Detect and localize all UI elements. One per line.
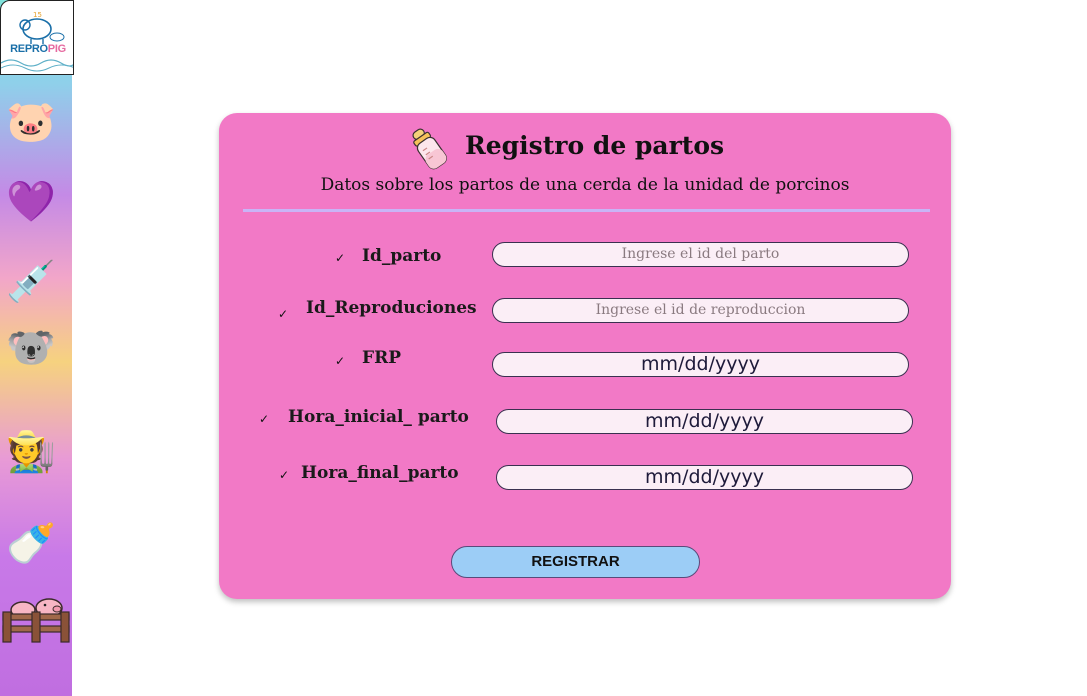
baby-bottle-icon (412, 128, 447, 170)
check-icon: ✓ (279, 468, 290, 482)
nav-syringe-icon[interactable]: 💉 (2, 256, 60, 308)
form-card: Registro de partos Datos sobre los parto… (219, 113, 951, 599)
page-title: Registro de partos (465, 131, 725, 160)
page-subtitle: Datos sobre los partos de una cerda de l… (320, 175, 850, 195)
check-icon: ✓ (278, 307, 289, 321)
nav-pig-pen-icon[interactable] (0, 594, 72, 646)
repropig-logo[interactable]: 15 REPROPIG (0, 0, 74, 75)
nav-farmer-icon[interactable]: 🧑‍🌾 (2, 426, 60, 478)
id-parto-input[interactable]: Ingrese el id del parto (492, 242, 909, 267)
nav-pig-face-icon[interactable]: 🐷 (2, 96, 60, 148)
hora-inicial-parto-input[interactable]: mm/dd/yyyy (496, 409, 913, 434)
nav-baby-bottle-icon[interactable]: 🍼 (2, 518, 60, 570)
pig-pen-icon (2, 598, 70, 643)
sidebar: 15 REPROPIG 🐷 💜 💉 🐨 🧑‍🌾 🍼 (0, 0, 74, 696)
registrar-button[interactable]: REGISTRAR (451, 546, 700, 578)
hora-final-parto-input[interactable]: mm/dd/yyyy (496, 465, 913, 490)
check-icon: ✓ (335, 354, 346, 368)
nav-koala-icon[interactable]: 🐨 (2, 322, 60, 374)
nav-purple-heart-icon[interactable]: 💜 (2, 176, 60, 228)
field-label-frp: FRP (362, 348, 401, 368)
field-label-id-reproduciones: Id_Reproduciones (306, 298, 477, 318)
svg-text:15: 15 (33, 11, 42, 19)
check-icon: ✓ (259, 412, 270, 426)
divider (243, 209, 930, 212)
check-icon: ✓ (335, 251, 346, 265)
frp-date-input[interactable]: mm/dd/yyyy (492, 352, 909, 377)
logo-text: REPROPIG (10, 43, 66, 55)
id-reproduciones-input[interactable]: Ingrese el id de reproduccion (492, 298, 909, 323)
field-label-hora-inicial-parto: Hora_inicial_ parto (288, 407, 469, 427)
logo-pig-icon: 15 (1, 11, 73, 72)
field-label-hora-final-parto: Hora_final_parto (301, 463, 459, 483)
field-label-id-parto: Id_parto (362, 246, 442, 266)
